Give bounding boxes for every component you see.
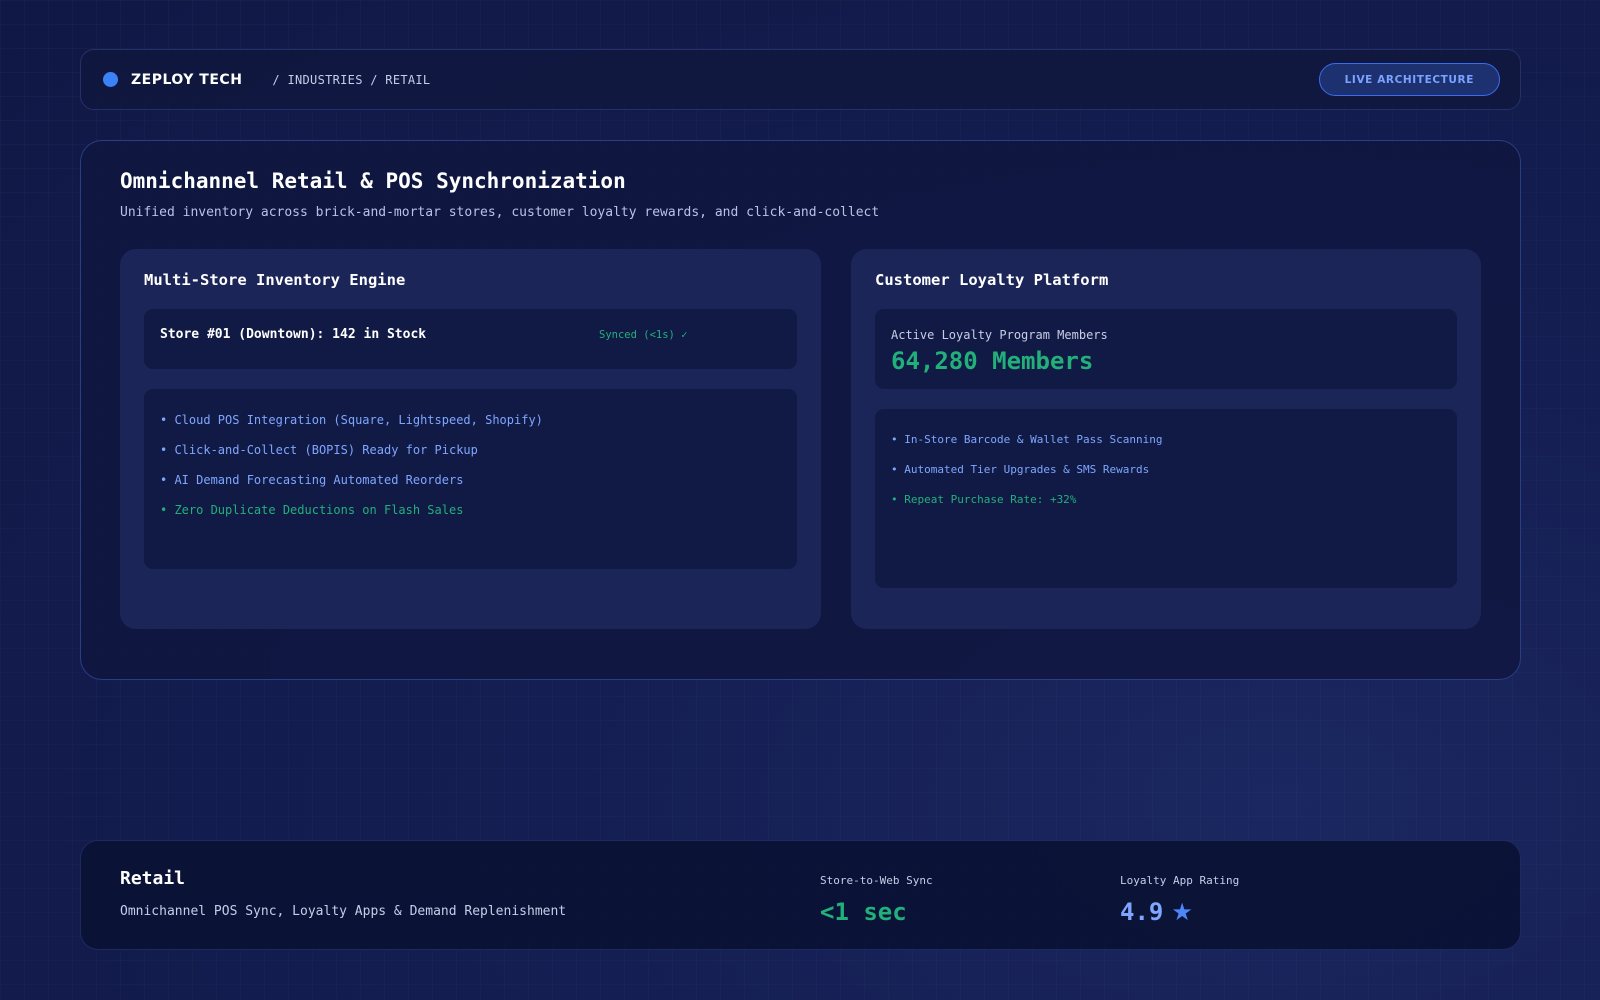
store-stock-line: Store #01 (Downtown): 142 in Stock — [160, 327, 427, 342]
rating-stat-label: Loyalty App Rating — [1120, 874, 1240, 887]
main-card: Omnichannel Retail & POS Synchronization… — [80, 140, 1521, 680]
store-stock-status: Store #01 (Downtown): 142 in Stock Synce… — [144, 309, 797, 369]
industry-title: Retail — [120, 868, 186, 889]
list-item: • Cloud POS Integration (Square, Lightsp… — [160, 413, 543, 427]
list-item: • Zero Duplicate Deductions on Flash Sal… — [160, 503, 464, 517]
loyalty-feature-list: • In-Store Barcode & Wallet Pass Scannin… — [891, 432, 1163, 522]
loyalty-features-box: • In-Store Barcode & Wallet Pass Scannin… — [875, 409, 1457, 588]
page-subtitle: Unified inventory across brick-and-morta… — [120, 205, 880, 220]
inventory-engine-panel: Multi-Store Inventory Engine Store #01 (… — [120, 249, 821, 629]
sync-stat-value: <1 sec — [820, 898, 907, 926]
members-count: 64,280 Members — [891, 347, 1094, 375]
inventory-features-box: • Cloud POS Integration (Square, Lightsp… — [144, 389, 797, 569]
rating-stat-value-row: 4.9 ★ — [1120, 898, 1239, 926]
inventory-feature-list: • Cloud POS Integration (Square, Lightsp… — [160, 412, 543, 532]
inventory-engine-title: Multi-Store Inventory Engine — [144, 271, 406, 289]
sync-stat-label: Store-to-Web Sync — [820, 874, 933, 887]
star-icon: ★ — [1171, 898, 1193, 926]
list-item: • AI Demand Forecasting Automated Reorde… — [160, 473, 464, 487]
loyalty-platform-title: Customer Loyalty Platform — [875, 271, 1109, 289]
list-item: • In-Store Barcode & Wallet Pass Scannin… — [891, 433, 1163, 446]
list-item: • Repeat Purchase Rate: +32% — [891, 493, 1077, 506]
list-item: • Click-and-Collect (BOPIS) Ready for Pi… — [160, 443, 478, 457]
top-navigation-bar: ZEPLOY TECH / INDUSTRIES / RETAIL LIVE A… — [80, 49, 1521, 110]
industry-summary-footer: Retail Omnichannel POS Sync, Loyalty App… — [80, 840, 1521, 950]
industry-subtitle: Omnichannel POS Sync, Loyalty Apps & Dem… — [120, 904, 567, 919]
loyalty-platform-panel: Customer Loyalty Platform Active Loyalty… — [851, 249, 1481, 629]
sync-status-badge: Synced (<1s) ✓ — [599, 329, 688, 341]
list-item: • Automated Tier Upgrades & SMS Rewards — [891, 463, 1150, 476]
loyalty-members-box: Active Loyalty Program Members 64,280 Me… — [875, 309, 1457, 389]
breadcrumb[interactable]: / INDUSTRIES / RETAIL — [272, 73, 430, 87]
page-title: Omnichannel Retail & POS Synchronization — [120, 169, 626, 193]
live-architecture-button[interactable]: LIVE ARCHITECTURE — [1318, 63, 1500, 96]
rating-stat: Loyalty App Rating 4.9 ★ — [1120, 874, 1239, 926]
sync-stat: Store-to-Web Sync <1 sec — [820, 874, 933, 926]
brand-name[interactable]: ZEPLOY TECH — [131, 72, 242, 88]
members-label: Active Loyalty Program Members — [891, 328, 1108, 342]
brand-logo-icon — [103, 72, 118, 87]
rating-stat-value: 4.9 — [1120, 898, 1164, 926]
